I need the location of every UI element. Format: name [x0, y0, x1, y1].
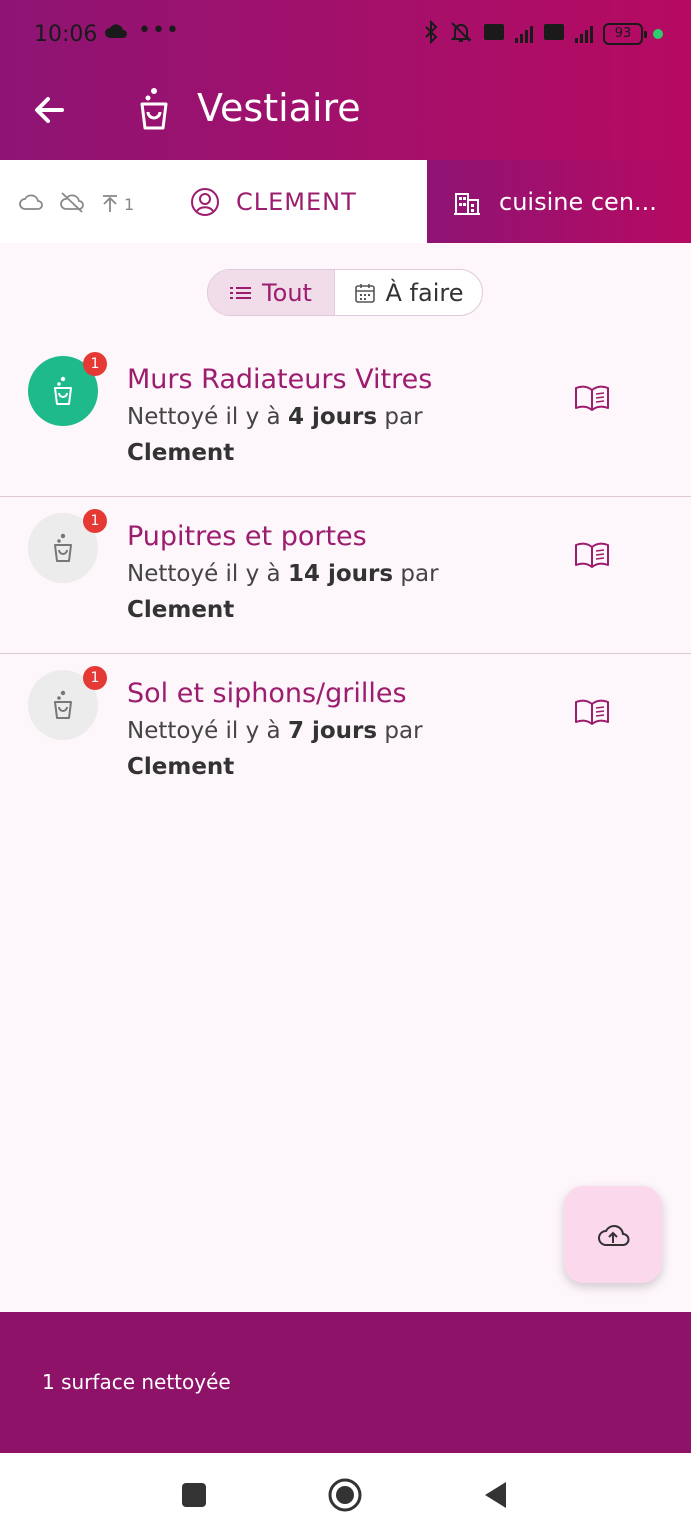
status-time: 10:06	[34, 22, 98, 47]
procedure-button[interactable]	[574, 698, 610, 726]
list-icon	[230, 286, 252, 299]
list-item[interactable]: 1 Pupitres et portes Nettoyé il y à 14 j…	[0, 497, 691, 654]
cloud-upload-icon	[598, 1224, 630, 1246]
cleaning-bucket-icon	[136, 86, 172, 132]
cloud-off-icon	[58, 190, 86, 218]
volte-icon	[483, 22, 505, 46]
book-icon	[575, 385, 609, 411]
sync-status[interactable]: 1	[18, 190, 134, 218]
surface-last-cleaned: Nettoyé il y à 4 jours par	[127, 404, 423, 430]
signal-icon-2	[575, 25, 593, 43]
site-name: cuisine cen...	[499, 187, 657, 216]
cleaning-bucket-icon	[54, 376, 72, 405]
back-button[interactable]	[30, 88, 70, 132]
list-item[interactable]: 1 Sol et siphons/grilles Nettoyé il y à …	[0, 654, 691, 811]
context-bar: 1 CLEMENT cuisine cen...	[0, 160, 691, 243]
cloud-icon	[18, 192, 44, 216]
surface-title: Sol et siphons/grilles	[127, 678, 407, 709]
app-header: 10:06 ••• 93 Vestiaire	[0, 0, 691, 160]
notification-badge: 1	[83, 509, 107, 533]
filter-all-tab[interactable]: Tout	[208, 270, 334, 315]
filter-toggle: Tout À faire	[207, 269, 483, 316]
user-name: CLEMENT	[236, 187, 357, 216]
upload-icon	[103, 195, 117, 212]
surface-last-cleaned: Nettoyé il y à 14 jours par	[127, 561, 439, 587]
battery-icon: 93	[603, 23, 647, 45]
status-indicators: 93	[423, 19, 663, 48]
list-item[interactable]: 1 Murs Radiateurs Vitres Nettoyé il y à …	[0, 340, 691, 497]
home-button[interactable]	[327, 1477, 363, 1517]
surface-cleaned-by: Clement	[127, 440, 235, 466]
cloud-status-icon	[104, 22, 128, 44]
cleaned-surfaces-summary: 1 surface nettoyée	[42, 1370, 231, 1394]
privacy-dot	[653, 29, 663, 39]
summary-footer: 1 surface nettoyée	[0, 1312, 691, 1453]
calendar-icon	[354, 283, 375, 303]
notification-badge: 1	[83, 352, 107, 376]
pending-uploads: 1	[100, 194, 134, 214]
square-icon	[182, 1483, 206, 1507]
building-icon	[454, 192, 480, 215]
surface-title: Murs Radiateurs Vitres	[127, 364, 433, 395]
surface-cleaned-by: Clement	[127, 597, 235, 623]
back-nav-button[interactable]	[482, 1480, 508, 1514]
cleaning-bucket-icon	[54, 690, 72, 719]
filter-all-label: Tout	[262, 278, 312, 307]
back-arrow-icon	[35, 97, 64, 123]
user-circle-icon	[191, 187, 219, 216]
bell-off-icon	[449, 20, 473, 48]
procedure-button[interactable]	[574, 384, 610, 412]
filter-todo-tab[interactable]: À faire	[334, 270, 482, 315]
triangle-back-icon	[485, 1482, 506, 1508]
bluetooth-icon	[423, 19, 439, 48]
pending-count: 1	[124, 194, 135, 214]
notification-badge: 1	[83, 666, 107, 690]
surface-title: Pupitres et portes	[127, 521, 367, 552]
surface-list: 1 Murs Radiateurs Vitres Nettoyé il y à …	[0, 340, 691, 811]
surface-last-cleaned: Nettoyé il y à 7 jours par	[127, 718, 423, 744]
system-nav-bar	[0, 1453, 691, 1536]
filter-todo-label: À faire	[385, 278, 464, 307]
status-more-icon: •••	[138, 18, 180, 43]
surface-cleaned-by: Clement	[127, 754, 235, 780]
recents-button[interactable]	[181, 1482, 207, 1512]
volte-icon-2	[543, 22, 565, 46]
home-circle-icon	[328, 1478, 362, 1512]
signal-icon	[515, 25, 533, 43]
user-selector[interactable]: CLEMENT	[190, 160, 357, 243]
cleaning-bucket-icon	[54, 533, 72, 562]
book-icon	[575, 699, 609, 725]
sync-upload-button[interactable]	[564, 1186, 662, 1283]
page-title: Vestiaire	[197, 86, 361, 130]
site-selector[interactable]: cuisine cen...	[427, 160, 691, 243]
book-icon	[575, 542, 609, 568]
status-bar: 10:06 ••• 93	[0, 0, 691, 70]
procedure-button[interactable]	[574, 541, 610, 569]
